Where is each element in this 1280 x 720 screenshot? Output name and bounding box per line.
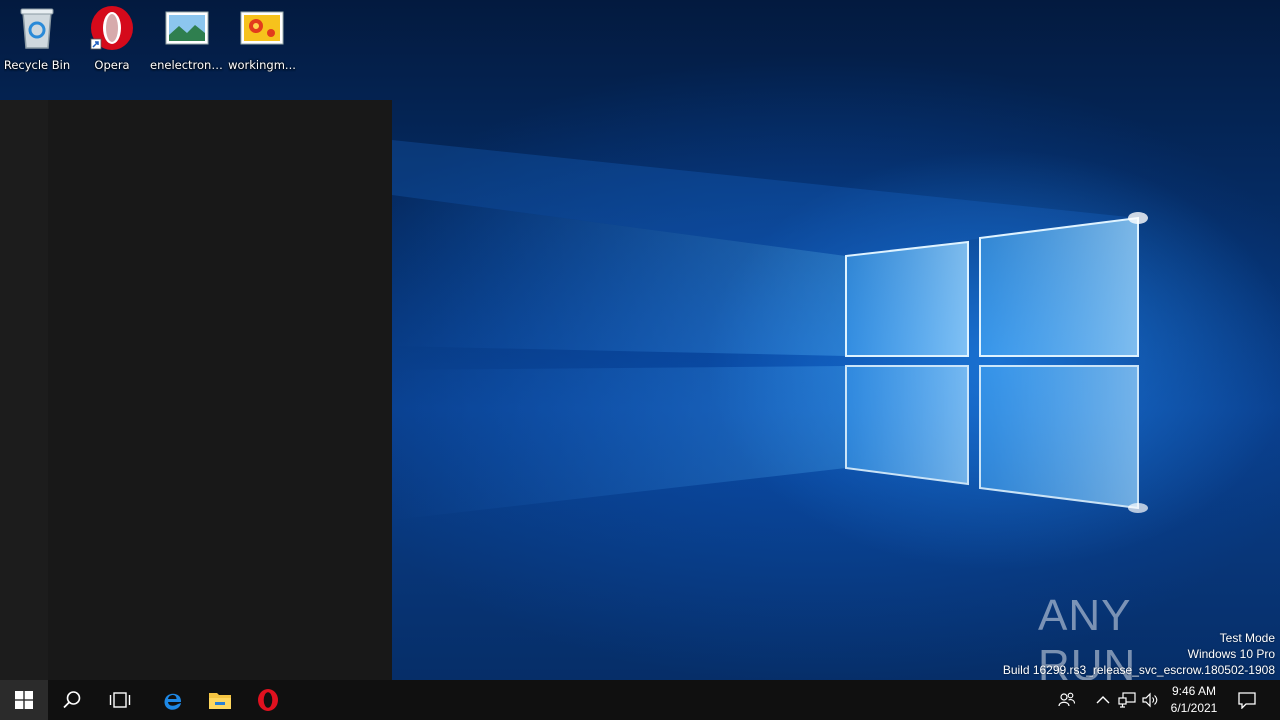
clock-time: 9:46 AM — [1171, 684, 1217, 698]
chevron-up-icon — [1096, 696, 1110, 704]
taskbar: 9:46 AM 6/1/2021 — [0, 680, 1280, 720]
system-info-overlay: Test Mode Windows 10 Pro Build 16299.rs3… — [1003, 630, 1275, 678]
search-button[interactable] — [48, 680, 96, 720]
volume-button[interactable] — [1140, 680, 1162, 720]
volume-icon — [1142, 692, 1158, 708]
network-icon — [1118, 692, 1136, 708]
start-button[interactable] — [0, 680, 48, 720]
recycle-bin-icon — [13, 4, 61, 52]
taskbar-clock[interactable]: 9:46 AM 6/1/2021 — [1168, 683, 1220, 717]
people-icon — [1058, 692, 1076, 707]
desktop-icon-label: enelectroni... — [150, 58, 224, 72]
people-button[interactable] — [1054, 680, 1080, 720]
network-button[interactable] — [1116, 680, 1138, 720]
desktop-icon-opera[interactable]: Opera — [75, 4, 149, 76]
action-center-button[interactable] — [1232, 680, 1262, 720]
desktop-icon-label: Recycle Bin — [3, 58, 71, 72]
show-hidden-icons-button[interactable] — [1092, 680, 1114, 720]
desktop-icon-recycle-bin[interactable]: Recycle Bin — [0, 4, 74, 76]
start-menu-rail — [0, 100, 48, 680]
taskbar-file-explorer-button[interactable] — [196, 680, 244, 720]
desktop-icon-label: Opera — [94, 58, 130, 72]
desktop-icon-workingm[interactable]: workingm... — [225, 4, 299, 76]
opera-icon — [258, 689, 278, 711]
task-view-icon — [109, 692, 131, 708]
opera-icon — [88, 4, 136, 52]
desktop-icon-label: workingm... — [228, 58, 296, 72]
start-menu-panel[interactable] — [0, 100, 392, 680]
edge-icon — [164, 693, 181, 710]
test-mode-label: Test Mode — [1219, 631, 1275, 645]
image-file-icon — [163, 4, 211, 52]
task-view-button[interactable] — [96, 680, 144, 720]
image-file-icon — [238, 4, 286, 52]
taskbar-opera-button[interactable] — [244, 680, 292, 720]
start-icon — [15, 691, 33, 709]
file-explorer-icon — [209, 693, 231, 709]
build-label: Build 16299.rs3_release_svc_escrow.18050… — [1002, 663, 1275, 677]
search-icon — [63, 691, 81, 709]
os-edition-label: Windows 10 Pro — [1187, 647, 1275, 661]
desktop-icon-enelectroni[interactable]: enelectroni... — [150, 4, 224, 76]
action-center-icon — [1238, 692, 1256, 709]
taskbar-edge-button[interactable] — [148, 680, 196, 720]
clock-date: 6/1/2021 — [1170, 701, 1218, 715]
